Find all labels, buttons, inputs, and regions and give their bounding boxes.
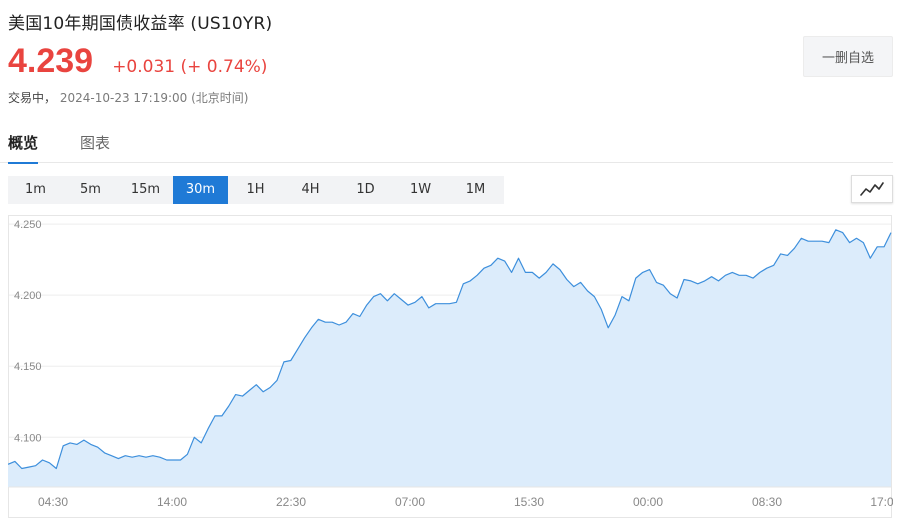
area-fill xyxy=(8,229,891,488)
interval-1m[interactable]: 1m xyxy=(8,176,63,204)
interval-1mo[interactable]: 1M xyxy=(448,176,503,204)
chart-area: 4.250 4.200 4.150 4.100 04:30 14:00 22:30 07:00… xyxy=(7,215,894,521)
interval-15m[interactable]: 15m xyxy=(118,176,173,204)
interval-1w[interactable]: 1W xyxy=(393,176,448,204)
y-tick-label: 4.250 xyxy=(14,219,42,231)
y-tick-label: 4.150 xyxy=(14,361,42,373)
x-tick-label: 14:00 xyxy=(157,495,187,509)
interval-5m[interactable]: 5m xyxy=(63,176,118,204)
timestamp: 2024-10-23 17:19:00 (北京时间) xyxy=(59,91,249,105)
tab-bar: 概览 图表 xyxy=(0,124,893,164)
interval-30m[interactable]: 30m xyxy=(173,176,228,204)
tab-overview[interactable]: 概览 xyxy=(8,132,39,164)
x-tick-label: 08:30 xyxy=(752,495,782,509)
yield-chart: 4.250 4.200 4.150 4.100 04:30 14:00 22:30 07:00… xyxy=(7,215,894,518)
interval-1d[interactable]: 1D xyxy=(338,176,393,204)
line-chart-icon xyxy=(860,182,884,196)
x-tick-label: 17:0 xyxy=(870,495,893,509)
price-change: +0.031 (+ 0.74%) xyxy=(112,57,268,77)
interval-selector: 1m 5m 15m 30m 1H 4H 1D 1W 1M xyxy=(8,176,504,204)
x-tick-label: 00:00 xyxy=(633,495,663,509)
x-tick-label: 04:30 xyxy=(38,495,68,509)
x-tick-label: 15:30 xyxy=(514,495,544,509)
interval-1h[interactable]: 1H xyxy=(228,176,283,204)
remove-watchlist-button[interactable]: 一删自选 xyxy=(803,36,893,77)
price-row: 4.239 +0.031 (+ 0.74%) xyxy=(8,42,267,86)
tab-chart[interactable]: 图表 xyxy=(80,132,110,162)
trading-status: 交易中， xyxy=(8,91,57,105)
x-tick-label: 22:30 xyxy=(276,495,306,509)
y-tick-label: 4.100 xyxy=(14,432,42,444)
y-tick-label: 4.200 xyxy=(14,290,42,302)
x-tick-label: 07:00 xyxy=(395,495,425,509)
interval-4h[interactable]: 4H xyxy=(283,176,338,204)
chart-type-button[interactable] xyxy=(851,175,893,203)
status-row: 交易中， 2024-10-23 17:19:00 (北京时间) xyxy=(8,89,248,106)
page-title: 美国10年期国债收益率 (US10YR) xyxy=(8,14,273,34)
current-price: 4.239 xyxy=(8,42,94,80)
